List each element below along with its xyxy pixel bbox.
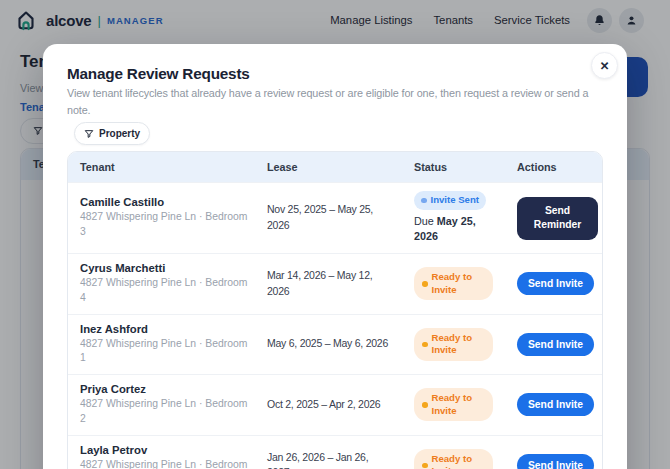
status-dot-icon	[421, 198, 427, 204]
lease-dates: Jan 26, 2026 – Jan 26, 2027	[255, 442, 402, 469]
tenant-cell: Layla Petrov 4827 Whispering Pine Ln · B…	[68, 436, 255, 469]
status-badge: Ready to Invite	[414, 267, 493, 300]
tenant-address: 4827 Whispering Pine Ln · Bedroom 4	[80, 276, 251, 306]
review-table-row: Layla Petrov 4827 Whispering Pine Ln · B…	[68, 435, 602, 469]
actions-cell: Send Invite	[505, 446, 603, 469]
tenant-cell: Priya Cortez 4827 Whispering Pine Ln · B…	[68, 375, 255, 435]
lease-dates: May 6, 2025 – May 6, 2026	[255, 328, 402, 360]
tenant-address: 4827 Whispering Pine Ln · Bedroom 2	[80, 397, 251, 427]
tenant-address: 4827 Whispering Pine Ln · Bedroom 1	[80, 458, 251, 469]
status-cell: Invite Sent Due May 25, 2026	[402, 183, 505, 253]
review-table-row: Inez Ashford 4827 Whispering Pine Ln · B…	[68, 314, 602, 375]
property-filter-label: Property	[99, 128, 140, 139]
lease-dates: Oct 2, 2025 – Apr 2, 2026	[255, 389, 402, 421]
tenant-name: Inez Ashford	[80, 323, 251, 335]
status-dot-icon	[422, 342, 428, 348]
actions-cell: Send Reminder	[505, 189, 603, 248]
review-table-row: Cyrus Marchetti 4827 Whispering Pine Ln …	[68, 253, 602, 314]
status-cell: Ready to Invite	[402, 380, 505, 429]
actions-cell: Send Invite	[505, 264, 603, 303]
column-header-status: Status	[402, 152, 505, 182]
status-dot-icon	[422, 463, 428, 469]
review-table-row: Camille Castillo 4827 Whispering Pine Ln…	[68, 182, 602, 253]
modal-title: Manage Review Requests	[67, 66, 603, 83]
lease-dates: Nov 25, 2025 – May 25, 2026	[255, 194, 402, 242]
actions-cell: Send Invite	[505, 325, 603, 364]
action-button[interactable]: Send Invite	[517, 272, 594, 295]
status-dot-icon	[422, 402, 428, 408]
status-cell: Ready to Invite	[402, 259, 505, 308]
screen: alcove | MANAGER Manage Listings Tenants…	[0, 0, 670, 469]
tenant-name: Priya Cortez	[80, 383, 251, 395]
manage-review-requests-modal: ✕ Manage Review Requests View tenant lif…	[43, 44, 627, 469]
column-header-tenant: Tenant	[68, 152, 255, 182]
funnel-icon	[84, 129, 94, 139]
review-requests-table: Tenant Lease Status Actions Camille Cast…	[67, 151, 603, 469]
due-date-text: Due May 25, 2026	[414, 214, 493, 245]
status-badge: Ready to Invite	[414, 388, 493, 421]
status-label: Ready to Invite	[432, 332, 486, 357]
close-icon: ✕	[600, 59, 610, 73]
lease-dates: Mar 14, 2026 – May 12, 2026	[255, 260, 402, 308]
tenant-address: 4827 Whispering Pine Ln · Bedroom 1	[80, 337, 251, 367]
tenant-address: 4827 Whispering Pine Ln · Bedroom 3	[80, 210, 251, 240]
close-button[interactable]: ✕	[591, 52, 618, 79]
table-header-row: Tenant Lease Status Actions	[68, 152, 602, 182]
status-label: Ready to Invite	[432, 271, 486, 296]
tenant-name: Layla Petrov	[80, 444, 251, 456]
tenant-cell: Camille Castillo 4827 Whispering Pine Ln…	[68, 188, 255, 248]
status-label: Ready to Invite	[432, 453, 486, 469]
action-button[interactable]: Send Invite	[517, 393, 594, 416]
action-button[interactable]: Send Invite	[517, 454, 594, 469]
status-cell: Ready to Invite	[402, 320, 505, 369]
review-table-body: Camille Castillo 4827 Whispering Pine Ln…	[68, 182, 602, 469]
column-header-lease: Lease	[255, 152, 402, 182]
status-dot-icon	[422, 281, 428, 287]
column-header-actions: Actions	[505, 152, 602, 182]
status-badge: Ready to Invite	[414, 328, 493, 361]
property-filter-chip[interactable]: Property	[74, 122, 150, 145]
review-table-row: Priya Cortez 4827 Whispering Pine Ln · B…	[68, 374, 602, 435]
tenant-cell: Cyrus Marchetti 4827 Whispering Pine Ln …	[68, 254, 255, 314]
status-label: Ready to Invite	[432, 392, 486, 417]
status-badge: Invite Sent	[414, 191, 486, 209]
tenant-cell: Inez Ashford 4827 Whispering Pine Ln · B…	[68, 315, 255, 375]
action-button[interactable]: Send Reminder	[517, 197, 598, 240]
status-cell: Ready to Invite	[402, 441, 505, 469]
modal-description: View tenant lifecycles that already have…	[67, 85, 605, 118]
action-button[interactable]: Send Invite	[517, 333, 594, 356]
status-badge: Ready to Invite	[414, 449, 493, 469]
status-label: Invite Sent	[431, 194, 480, 206]
tenant-name: Cyrus Marchetti	[80, 262, 251, 274]
actions-cell: Send Invite	[505, 385, 603, 424]
tenant-name: Camille Castillo	[80, 196, 251, 208]
